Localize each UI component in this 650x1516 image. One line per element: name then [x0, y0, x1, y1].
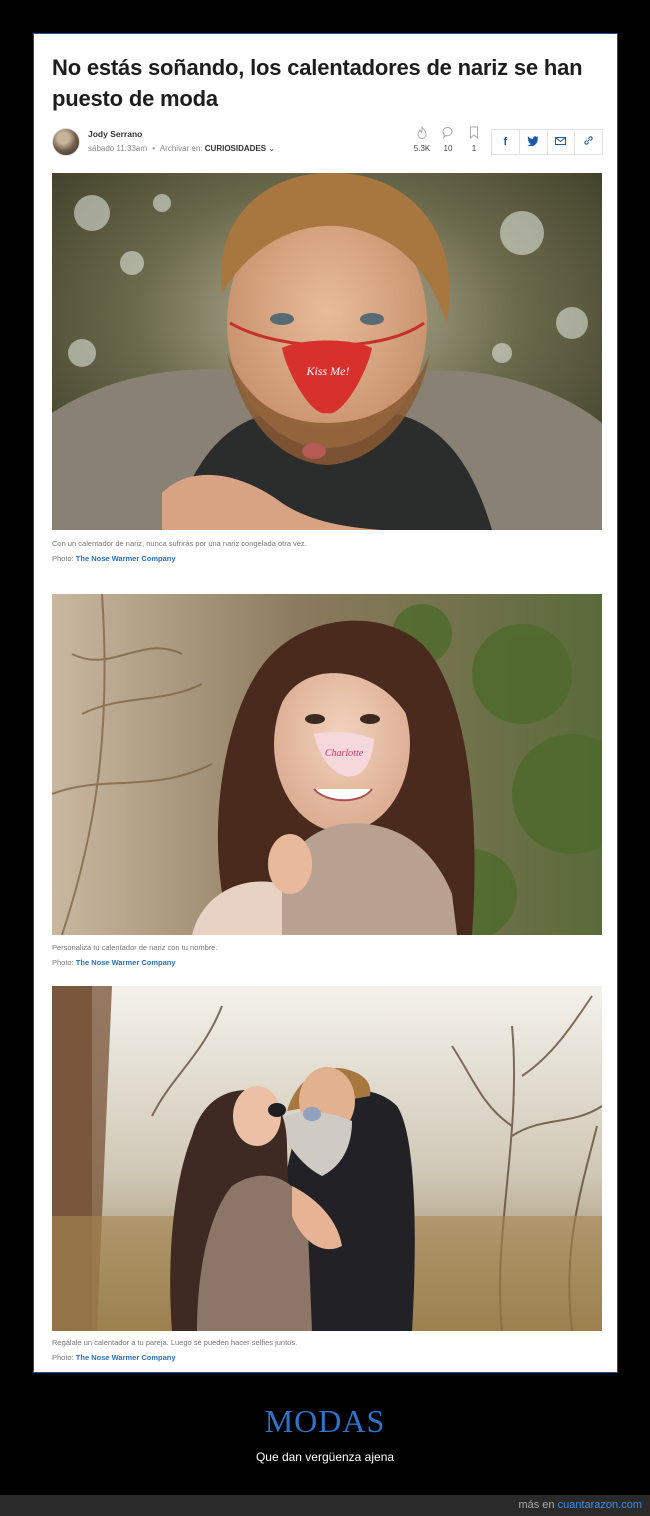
publish-date: sábado 11:33am [88, 144, 148, 153]
twitter-share-button[interactable] [520, 130, 548, 154]
category-link[interactable]: CURIOSIDADES [205, 144, 266, 153]
likes-stat[interactable]: 5.3K [409, 125, 435, 153]
flame-icon [409, 125, 435, 142]
comments-stat[interactable]: 10 [435, 126, 461, 153]
nose-warmer-text: Charlotte [325, 748, 364, 759]
post-title[interactable]: MODAS [0, 1403, 650, 1440]
facebook-icon: f [503, 136, 508, 148]
share-bar: f [491, 129, 603, 155]
photo-woman-nose-warmer: Charlotte [52, 594, 602, 935]
article-frame: No estás soñando, los calentadores de na… [33, 33, 618, 1373]
archive-label: Archivar en: [159, 144, 203, 153]
photo-credit: Photo: The Nose Warmer Company [52, 554, 176, 563]
copy-link-button[interactable] [575, 130, 602, 154]
more-label: más en [518, 1499, 555, 1511]
photo-credit-link[interactable]: The Nose Warmer Company [76, 1353, 176, 1362]
article-title: No estás soñando, los calentadores de na… [52, 55, 583, 111]
author-name[interactable]: Jody Serrano [88, 129, 142, 139]
article-meta: Jody Serrano sábado 11:33am • Archivar e… [52, 125, 604, 160]
photo-couple-nose-warmers [52, 986, 602, 1331]
photo-caption: Personaliza tu calentador de nariz con t… [52, 943, 218, 952]
photo-caption: Regálale un calentador a tu pareja. Lueg… [52, 1338, 298, 1347]
photo-credit: Photo: The Nose Warmer Company [52, 1353, 176, 1362]
photo-credit-label: Photo: [52, 958, 74, 967]
article-stats: 5.3K 10 1 [409, 125, 489, 160]
comments-count: 10 [443, 144, 453, 153]
meta-separator: • [152, 144, 156, 153]
bookmarks-count: 1 [471, 144, 477, 153]
photo-credit-label: Photo: [52, 1353, 74, 1362]
article-card: No estás soñando, los calentadores de na… [36, 36, 615, 1370]
photo-credit-link[interactable]: The Nose Warmer Company [76, 554, 176, 563]
bottom-bar: más en cuantarazon.com [0, 1495, 650, 1516]
dateline: sábado 11:33am • Archivar en: CURIOSIDAD… [88, 144, 275, 153]
twitter-icon [527, 135, 539, 149]
bookmark-icon [461, 126, 487, 142]
chevron-down-icon[interactable]: ⌄ [268, 144, 275, 153]
author-avatar[interactable] [52, 128, 80, 156]
photo-credit: Photo: The Nose Warmer Company [52, 958, 176, 967]
photo-credit-label: Photo: [52, 554, 74, 563]
site-link[interactable]: cuantarazon.com [558, 1499, 642, 1511]
nose-warmer-text: Kiss Me! [306, 364, 350, 378]
email-share-button[interactable] [548, 130, 576, 154]
likes-count: 5.3K [413, 144, 431, 153]
comment-icon [435, 126, 461, 142]
photo-credit-link[interactable]: The Nose Warmer Company [76, 958, 176, 967]
photo-caption: Con un calentador de nariz, nunca sufrir… [52, 539, 307, 548]
link-icon [583, 135, 594, 149]
mail-icon [555, 136, 567, 148]
facebook-share-button[interactable]: f [492, 130, 520, 154]
bookmarks-stat[interactable]: 1 [461, 126, 487, 153]
post-subtitle: Que dan vergüenza ajena [255, 1450, 395, 1464]
photo-man-nose-warmer: Kiss Me! [52, 173, 602, 530]
